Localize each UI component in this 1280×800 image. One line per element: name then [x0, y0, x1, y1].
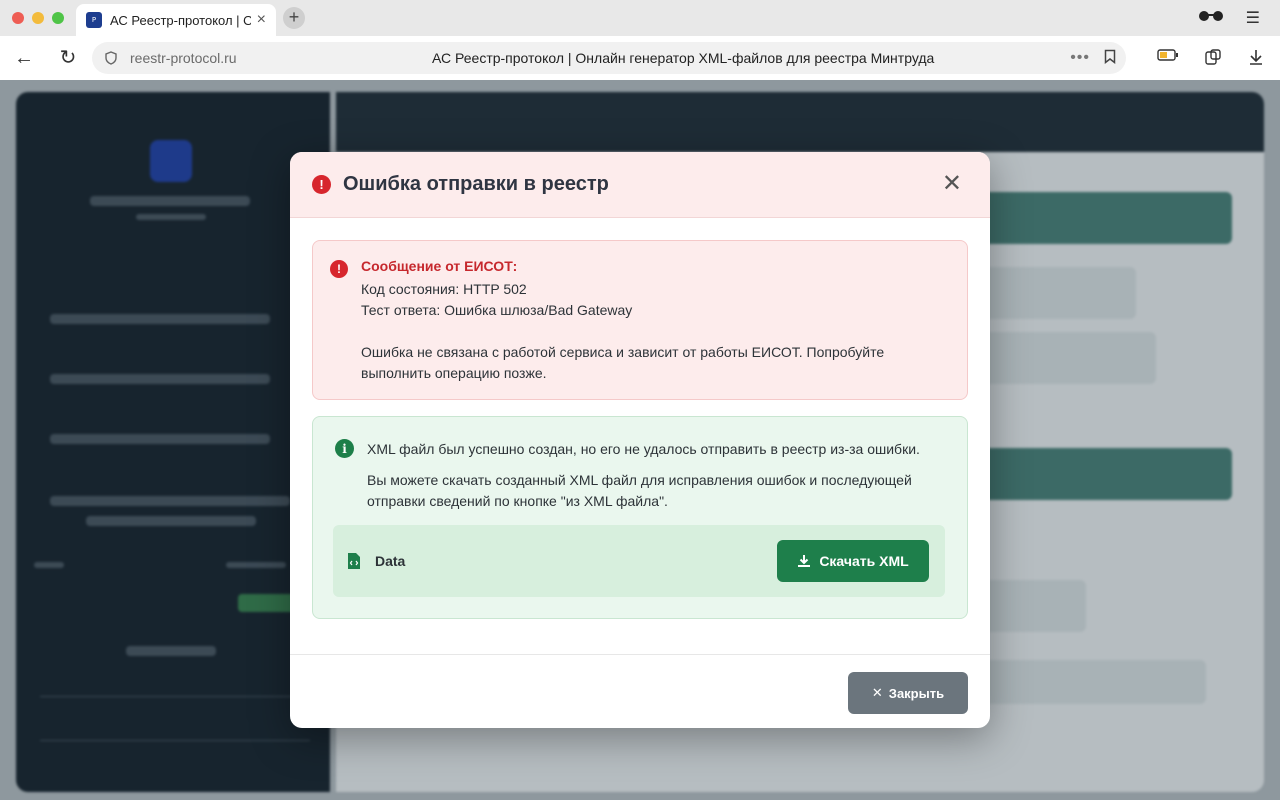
- error-note-line-2: выполнить операцию позже.: [361, 365, 547, 381]
- download-icon[interactable]: [1248, 48, 1264, 71]
- error-modal: ! Ошибка отправки в реестр ✕ ! Сообщение…: [290, 152, 990, 728]
- bg-text: [90, 196, 250, 206]
- battery-icon[interactable]: [1157, 48, 1179, 66]
- tab-title: АС Реестр-протокол | О: [110, 12, 251, 28]
- modal-header: ! Ошибка отправки в реестр ✕: [290, 152, 990, 218]
- error-alert: ! Сообщение от ЕИСОТ: Код состояния: HTT…: [312, 240, 968, 400]
- browser-tab[interactable]: P АС Реестр-протокол | О ×: [76, 4, 276, 36]
- page-title: АС Реестр-протокол | Онлайн генератор XM…: [432, 50, 935, 66]
- window-close-button[interactable]: [12, 12, 24, 24]
- bg-text: [226, 562, 286, 568]
- background-topnav: [336, 92, 1264, 152]
- bg-block: [976, 580, 1086, 632]
- extensions-icon[interactable]: [1204, 48, 1222, 71]
- site-favicon-icon: P: [86, 12, 102, 28]
- download-xml-button[interactable]: Скачать XML: [777, 540, 929, 582]
- back-arrow-icon[interactable]: ←: [12, 46, 36, 70]
- tab-bar: P АС Реестр-протокол | О × + ☰: [0, 0, 1280, 36]
- download-hint-line-2: отправки сведений по кнопке "из XML файл…: [367, 493, 668, 509]
- bg-block: [976, 267, 1136, 319]
- reload-icon[interactable]: ↻: [56, 46, 80, 70]
- error-exclamation-icon: !: [312, 175, 331, 194]
- close-button[interactable]: ✕ Закрыть: [848, 672, 968, 714]
- close-button-label: Закрыть: [888, 685, 945, 701]
- bg-block: [976, 660, 1206, 704]
- address-bar-row: ← ↻ reestr-protocol.ru АС Реестр-протоко…: [0, 36, 1280, 80]
- bg-block: [976, 332, 1156, 384]
- background-sidebar: [16, 92, 330, 792]
- bg-text: [50, 496, 290, 506]
- bg-text: [50, 374, 270, 384]
- modal-body: ! Сообщение от ЕИСОТ: Код состояния: HTT…: [290, 218, 990, 619]
- window-minimize-button[interactable]: [32, 12, 44, 24]
- modal-title: Ошибка отправки в реестр: [343, 173, 609, 195]
- bg-divider: [40, 696, 310, 697]
- success-alert: i XML файл был успешно создан, но его не…: [312, 416, 968, 619]
- bg-text: [50, 314, 270, 324]
- shield-icon: [104, 51, 118, 65]
- response-text: Тест ответа: Ошибка шлюза/Bad Gateway: [361, 302, 633, 318]
- xml-file-row: Data Скачать XML: [333, 525, 945, 597]
- bg-text: [136, 214, 206, 220]
- browser-chrome: P АС Реестр-протокол | О × + ☰ ← ↻ reest…: [0, 0, 1280, 80]
- url-text: reestr-protocol.ru: [130, 50, 237, 66]
- success-message: XML файл был успешно создан, но его не у…: [367, 441, 920, 457]
- bg-badge: [238, 594, 298, 612]
- new-tab-button[interactable]: +: [283, 7, 305, 29]
- bg-teal-block: [976, 448, 1232, 500]
- bg-text: [86, 516, 256, 526]
- window-maximize-button[interactable]: [52, 12, 64, 24]
- bookmark-icon[interactable]: [1104, 49, 1116, 68]
- file-name: Data: [375, 553, 406, 569]
- bg-teal-block: [976, 192, 1232, 244]
- error-exclamation-icon: !: [330, 260, 348, 278]
- address-bar[interactable]: reestr-protocol.ru АС Реестр-протокол | …: [92, 42, 1126, 74]
- info-icon: i: [335, 439, 354, 458]
- status-code-text: Код состояния: HTTP 502: [361, 281, 527, 297]
- incognito-glasses-icon[interactable]: [1198, 8, 1224, 27]
- bg-text: [50, 434, 270, 444]
- background-logo: [150, 140, 192, 182]
- modal-footer: ✕ Закрыть: [290, 654, 990, 728]
- menu-icon[interactable]: ☰: [1246, 8, 1260, 28]
- download-hint-line-1: Вы можете скачать созданный XML файл для…: [367, 472, 912, 488]
- close-x-icon: ✕: [871, 685, 883, 700]
- xml-file-icon: [347, 552, 361, 570]
- modal-close-icon[interactable]: ✕: [942, 172, 962, 196]
- tab-close-icon[interactable]: ×: [257, 11, 266, 29]
- download-xml-label: Скачать XML: [819, 553, 909, 569]
- download-icon: [798, 555, 811, 567]
- more-dots-icon[interactable]: •••: [1070, 49, 1090, 67]
- error-note-line-1: Ошибка не связана с работой сервиса и за…: [361, 344, 885, 360]
- bg-text: [34, 562, 64, 568]
- bg-divider: [40, 740, 310, 741]
- bg-text: [126, 646, 216, 656]
- error-alert-title: Сообщение от ЕИСОТ:: [361, 258, 518, 274]
